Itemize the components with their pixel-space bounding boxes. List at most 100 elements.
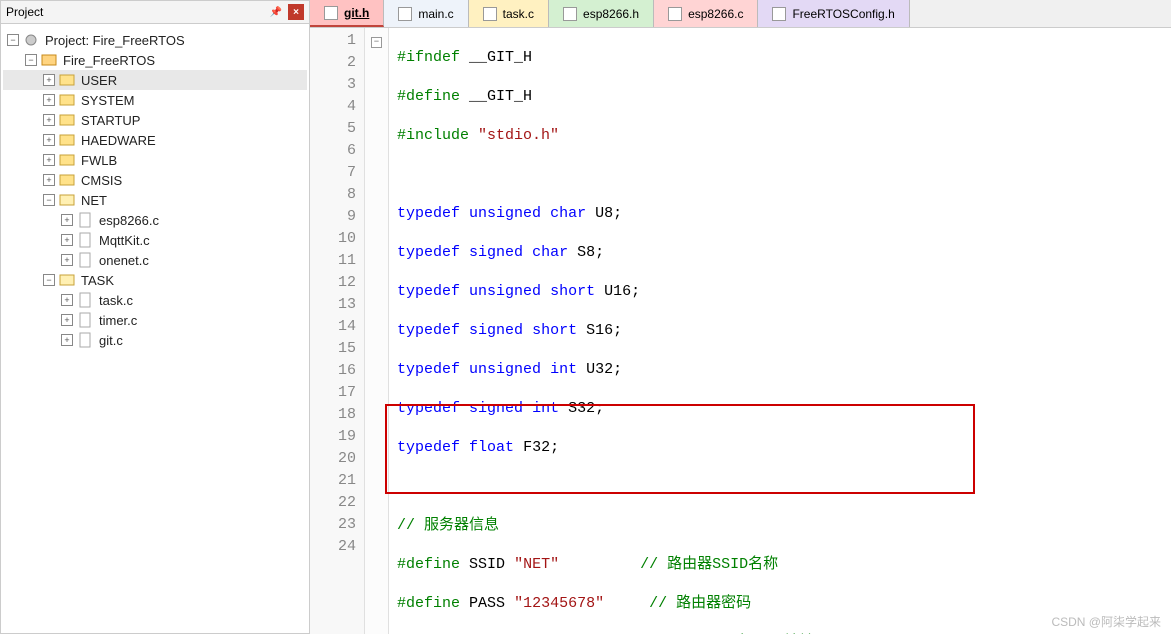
tree-folder-fwlb[interactable]: + FWLB xyxy=(3,150,307,170)
lineno: 21 xyxy=(310,470,356,492)
project-tree[interactable]: − Project: Fire_FreeRTOS − Fire_FreeRTOS… xyxy=(1,24,309,633)
fold-column: − xyxy=(365,28,389,634)
expand-icon[interactable]: + xyxy=(43,134,55,146)
expand-icon[interactable]: + xyxy=(43,74,55,86)
lineno: 9 xyxy=(310,206,356,228)
lineno: 24 xyxy=(310,536,356,558)
code-content[interactable]: #ifndef __GIT_H #define __GIT_H #include… xyxy=(389,28,1171,634)
tree-file-taskc[interactable]: + task.c xyxy=(3,290,307,310)
code-line: typedef unsigned int U32; xyxy=(397,359,1171,381)
tab-label: git.h xyxy=(344,6,369,20)
expand-icon[interactable]: + xyxy=(61,314,73,326)
file-label: MqttKit.c xyxy=(99,233,150,248)
tab-label: FreeRTOSConfig.h xyxy=(792,7,894,21)
collapse-icon[interactable]: − xyxy=(25,54,37,66)
lineno: 16 xyxy=(310,360,356,382)
target-icon xyxy=(41,52,59,68)
file-icon xyxy=(324,6,338,20)
tab-main-c[interactable]: main.c xyxy=(384,0,468,27)
code-editor[interactable]: 1 2 3 4 5 6 7 8 9 10 11 12 13 14 15 16 1… xyxy=(310,28,1171,634)
folder-icon xyxy=(59,132,77,148)
expand-icon[interactable]: + xyxy=(61,234,73,246)
lineno: 19 xyxy=(310,426,356,448)
tree-file-gitc[interactable]: + git.c xyxy=(3,330,307,350)
lineno: 2 xyxy=(310,52,356,74)
folder-label: SYSTEM xyxy=(81,93,134,108)
tree-file-mqttkitc[interactable]: + MqttKit.c xyxy=(3,230,307,250)
folder-label: TASK xyxy=(81,273,114,288)
file-icon xyxy=(483,7,497,21)
lineno: 23 xyxy=(310,514,356,536)
lineno: 6 xyxy=(310,140,356,162)
tree-folder-cmsis[interactable]: + CMSIS xyxy=(3,170,307,190)
lineno: 5 xyxy=(310,118,356,140)
lineno: 15 xyxy=(310,338,356,360)
lineno: 18 xyxy=(310,404,356,426)
file-label: task.c xyxy=(99,293,133,308)
collapse-icon[interactable]: − xyxy=(43,274,55,286)
tree-target-label: Fire_FreeRTOS xyxy=(63,53,155,68)
tree-folder-startup[interactable]: + STARTUP xyxy=(3,110,307,130)
folder-icon xyxy=(59,112,77,128)
folder-open-icon xyxy=(59,192,77,208)
folder-icon xyxy=(59,152,77,168)
code-line: #include "stdio.h" xyxy=(397,125,1171,147)
tree-file-timerc[interactable]: + timer.c xyxy=(3,310,307,330)
file-icon xyxy=(77,312,95,328)
close-icon[interactable]: × xyxy=(288,4,304,20)
folder-icon xyxy=(59,72,77,88)
file-label: onenet.c xyxy=(99,253,149,268)
folder-label: HAEDWARE xyxy=(81,133,156,148)
tree-file-esp8266c[interactable]: + esp8266.c xyxy=(3,210,307,230)
tab-label: esp8266.h xyxy=(583,7,639,21)
file-icon xyxy=(563,7,577,21)
tree-file-onenetc[interactable]: + onenet.c xyxy=(3,250,307,270)
expand-icon[interactable]: + xyxy=(43,174,55,186)
tab-task-c[interactable]: task.c xyxy=(469,0,549,27)
panel-title: Project xyxy=(6,5,43,19)
editor-tabs: git.h main.c task.c esp8266.h esp8266.c … xyxy=(310,0,1171,28)
tab-esp8266-c[interactable]: esp8266.c xyxy=(654,0,758,27)
folder-icon xyxy=(59,172,77,188)
lineno: 3 xyxy=(310,74,356,96)
folder-label: CMSIS xyxy=(81,173,122,188)
tab-git-h[interactable]: git.h xyxy=(310,0,384,27)
collapse-icon[interactable]: − xyxy=(43,194,55,206)
tree-folder-system[interactable]: + SYSTEM xyxy=(3,90,307,110)
tree-target[interactable]: − Fire_FreeRTOS xyxy=(3,50,307,70)
tab-esp8266-h[interactable]: esp8266.h xyxy=(549,0,654,27)
tab-freertosconfig-h[interactable]: FreeRTOSConfig.h xyxy=(758,0,909,27)
lineno: 7 xyxy=(310,162,356,184)
lineno: 8 xyxy=(310,184,356,206)
code-line: typedef unsigned short U16; xyxy=(397,281,1171,303)
folder-open-icon xyxy=(59,272,77,288)
code-line xyxy=(397,164,1171,186)
expand-icon[interactable]: + xyxy=(61,334,73,346)
lineno: 17 xyxy=(310,382,356,404)
tab-label: task.c xyxy=(503,7,534,21)
folder-label: FWLB xyxy=(81,153,117,168)
file-icon xyxy=(77,232,95,248)
file-icon xyxy=(77,252,95,268)
expand-icon[interactable]: + xyxy=(61,294,73,306)
fold-icon[interactable]: − xyxy=(371,37,382,48)
tree-folder-user[interactable]: + USER xyxy=(3,70,307,90)
file-label: timer.c xyxy=(99,313,137,328)
tree-folder-task[interactable]: − TASK xyxy=(3,270,307,290)
tree-root[interactable]: − Project: Fire_FreeRTOS xyxy=(3,30,307,50)
lineno: 12 xyxy=(310,272,356,294)
expand-icon[interactable]: + xyxy=(43,94,55,106)
collapse-icon[interactable]: − xyxy=(7,34,19,46)
pin-icon[interactable]: 📌 xyxy=(268,4,284,20)
workspace-icon xyxy=(23,32,41,48)
expand-icon[interactable]: + xyxy=(43,154,55,166)
watermark: CSDN @阿柒学起来 xyxy=(1051,613,1161,630)
lineno: 13 xyxy=(310,294,356,316)
expand-icon[interactable]: + xyxy=(61,214,73,226)
tree-folder-net[interactable]: − NET xyxy=(3,190,307,210)
expand-icon[interactable]: + xyxy=(61,254,73,266)
code-line: typedef signed int S32; xyxy=(397,398,1171,420)
tree-folder-hardware[interactable]: + HAEDWARE xyxy=(3,130,307,150)
expand-icon[interactable]: + xyxy=(43,114,55,126)
folder-icon xyxy=(59,92,77,108)
